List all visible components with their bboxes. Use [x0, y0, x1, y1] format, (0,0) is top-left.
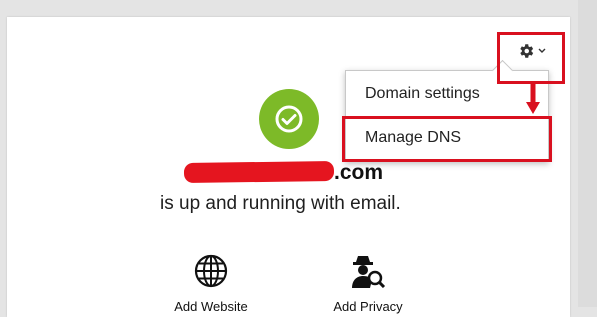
globe-icon: [194, 254, 228, 293]
gear-icon: [517, 42, 535, 60]
chevron-down-icon: [538, 48, 546, 54]
page-scroll-gutter: [578, 0, 597, 307]
menu-item-domain-settings[interactable]: Domain settings: [346, 72, 548, 116]
settings-menu-button[interactable]: [509, 38, 553, 64]
privacy-agent-icon: [350, 254, 386, 293]
annotation-arrow: [526, 84, 540, 114]
success-check-icon: [259, 89, 319, 149]
menu-item-manage-dns[interactable]: Manage DNS: [346, 116, 548, 160]
add-privacy-action[interactable]: Add Privacy: [328, 254, 408, 314]
menu-item-label: Domain settings: [365, 85, 480, 102]
menu-item-label: Manage DNS: [365, 129, 462, 146]
redacted-domain-name: [183, 160, 335, 184]
domain-name: .com: [183, 160, 394, 186]
add-website-action[interactable]: Add Website: [171, 254, 251, 314]
settings-dropdown-menu: Domain settings Manage DNS: [345, 70, 549, 162]
status-message: is up and running with email.: [160, 193, 401, 214]
domain-tld: .com: [334, 161, 384, 184]
